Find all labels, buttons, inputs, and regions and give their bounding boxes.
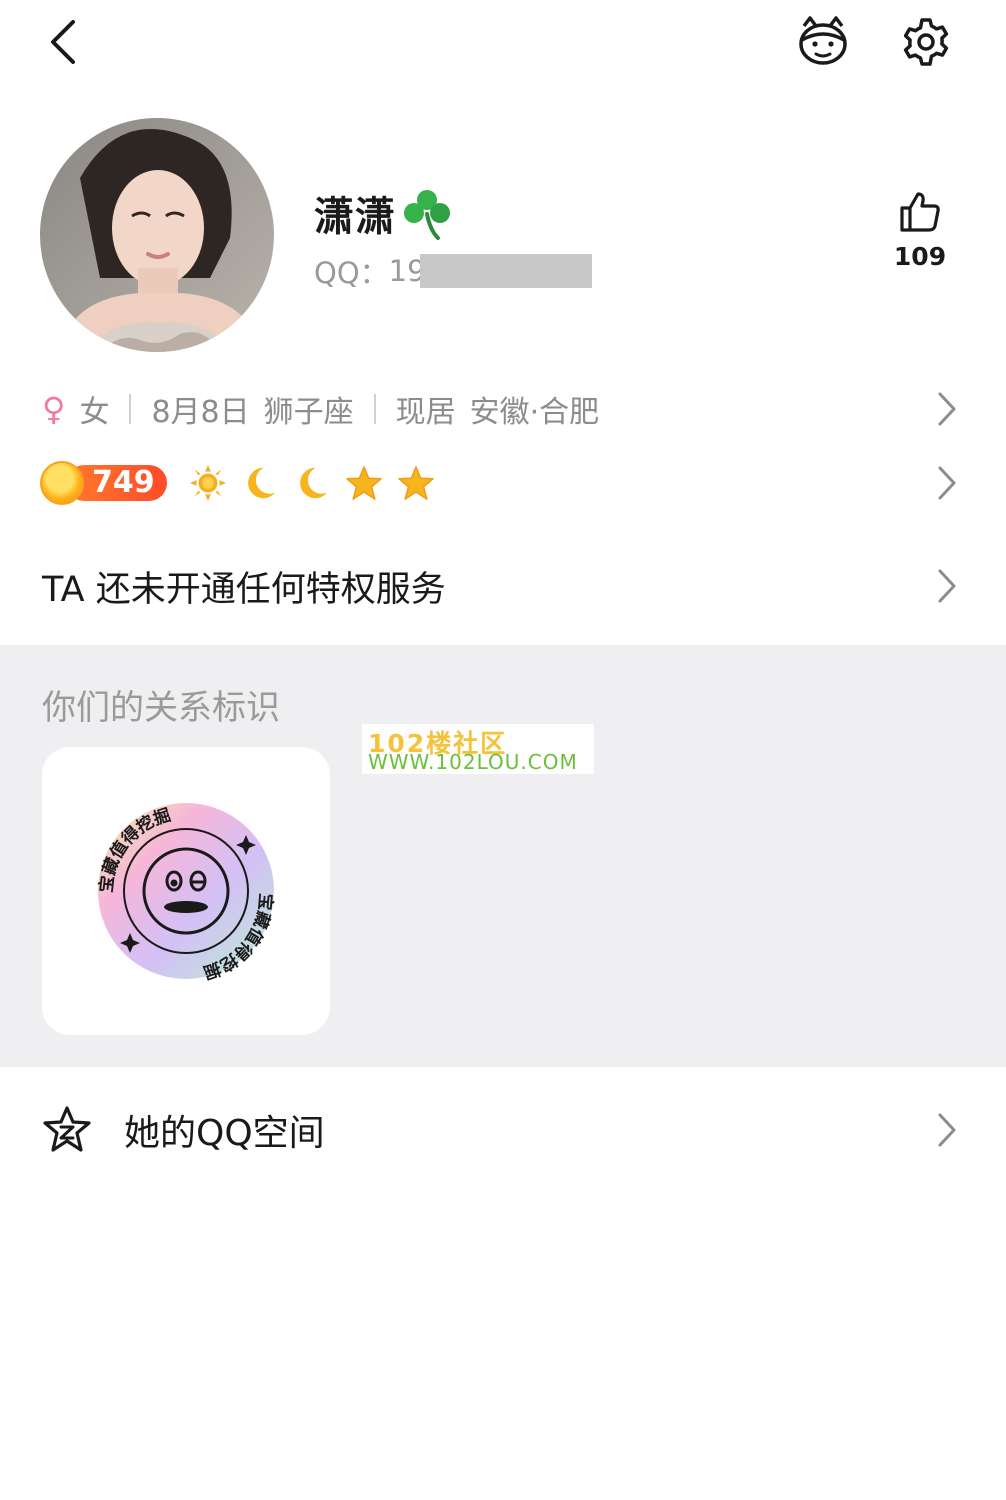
location-label: 现居 [395,395,456,430]
chevron-right-icon [938,392,956,426]
nickname: 潇潇 [314,194,396,240]
level-badge: 749 [40,461,167,505]
avatar-photo [40,118,274,352]
watermark: 102楼社区 WWW.102LOU.COM [362,724,594,774]
privilege-row[interactable]: TA 还未开通任何特权服务 [0,548,1006,624]
qq-redaction [419,254,592,288]
zodiac: 狮子座 [263,395,354,430]
gender-text: 女 [79,395,110,430]
back-button[interactable] [40,16,84,68]
star-icon [397,466,434,500]
birthday: 8月8日 [151,395,250,430]
like-button[interactable]: 109 [880,190,960,271]
watermark-url: WWW.102LOU.COM [368,750,578,774]
moon-icon [299,467,327,499]
profile-name: 潇潇 [314,184,454,242]
star-icon [345,466,382,500]
clover-icon [404,190,450,240]
avatar[interactable] [40,118,274,352]
level-coin-icon [40,461,84,505]
chevron-left-icon [51,20,75,64]
pet-face-icon [799,16,847,65]
like-count: 109 [893,242,947,271]
privilege-text: TA 还未开通任何特权服务 [42,569,446,610]
gender-icon: ♀ [42,390,66,428]
moon-icon [247,467,275,499]
qzone-label: 她的QQ空间 [124,1113,325,1154]
relation-title: 你们的关系标识 [42,688,280,728]
relation-badge-card[interactable]: 宝藏值得挖掘 宝藏值得挖掘 [42,747,330,1035]
chevron-right-icon [938,569,956,603]
profile-info-row[interactable]: ♀ 女 8月8日 狮子座 现居 安徽·合肥 [0,378,1006,440]
chevron-right-icon [938,1113,956,1147]
divider [373,394,376,424]
location: 安徽·合肥 [469,395,600,430]
qzone-row[interactable]: 她的QQ空间 [0,1092,1006,1168]
treasure-badge: 宝藏值得挖掘 宝藏值得挖掘 [96,803,276,983]
thumbs-up-icon [900,192,940,232]
qq-number: QQ： 19 [314,250,592,292]
qq-level-row[interactable]: 749 [0,452,1006,514]
sun-icon [189,464,226,502]
pet-button[interactable] [794,14,852,70]
qzone-star-icon [43,1106,91,1152]
qq-label: QQ： [314,256,389,290]
divider [129,394,132,424]
chevron-right-icon [938,466,956,500]
settings-button[interactable] [900,16,952,68]
level-icons [189,464,435,502]
gear-icon [903,18,949,66]
